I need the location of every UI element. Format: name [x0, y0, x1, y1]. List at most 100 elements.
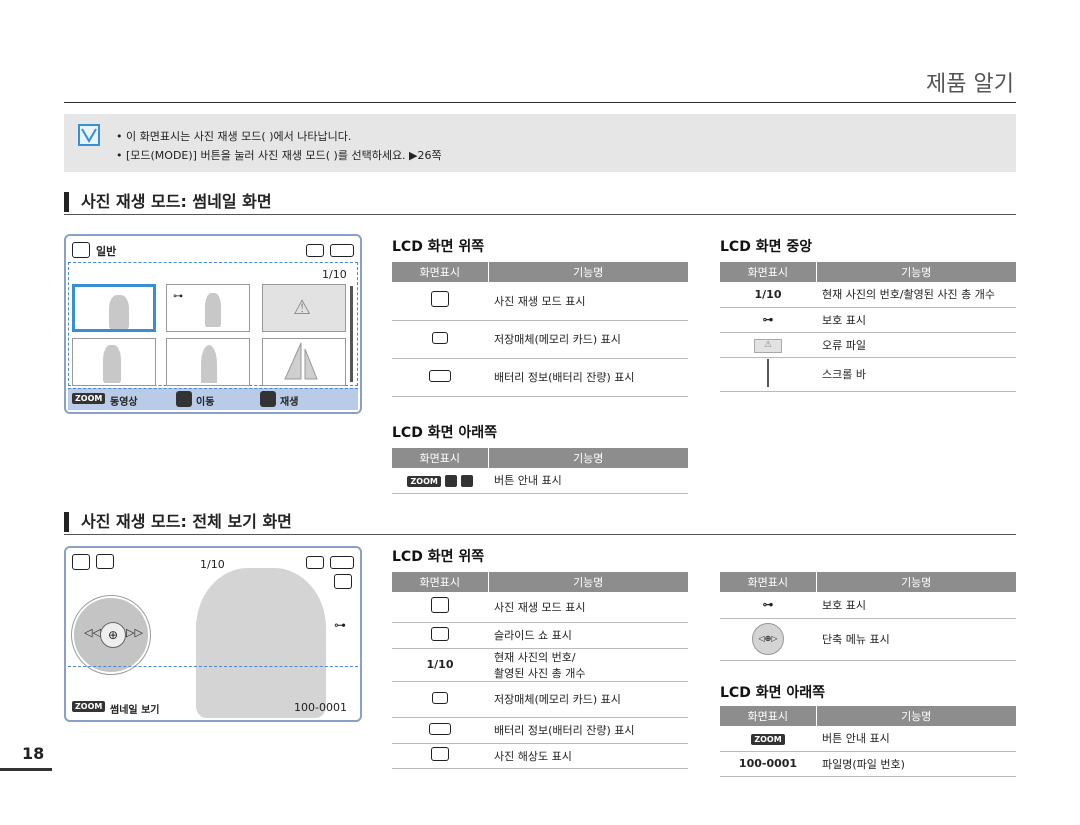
table-cell: 저장매체(메모리 카드) 표시 [488, 320, 688, 359]
file-number: 100-0001 [294, 701, 347, 714]
battery-icon [392, 717, 488, 744]
zoom-badge: ZOOM [72, 393, 106, 404]
table-cell: 현재 사진의 번호/촬영된 사진 총 개수 [488, 648, 688, 682]
dpad-icon [176, 391, 192, 407]
photo-mode-icon [392, 282, 488, 321]
thumbnail-3[interactable]: ⚠ [262, 284, 346, 332]
photo-mode-icon [392, 592, 488, 623]
counter-cell: 1/10 [392, 648, 488, 682]
col-header-display: 화면표시 [720, 262, 817, 282]
table-cell: 저장매체(메모리 카드) 표시 [488, 681, 688, 718]
battery-icon [392, 358, 488, 397]
lcd-divider [68, 666, 358, 698]
slideshow-icon [96, 554, 114, 573]
table-middle: 화면표시 기능명 1/10 현재 사진의 번호/촬영된 사진 총 개수 ⊶ 보호 표시… [720, 262, 1016, 392]
lcd-bottom-bar: ZOOM 썸네일 보기 100-0001 [68, 698, 358, 718]
forward-icon: ▷▷ [126, 626, 143, 639]
table-cell: 현재 사진의 번호/촬영된 사진 총 개수 [816, 282, 1016, 308]
table-bottom-1: 화면표시 기능명 ZOOM 버튼 안내 표시 [392, 448, 688, 494]
table-title-top: LCD 화면 위쪽 [392, 239, 485, 255]
table-cell: 스크롤 바 [816, 357, 1016, 392]
file-number-cell: 100-0001 [720, 751, 816, 777]
lcd-counter: 1/10 [200, 558, 225, 571]
warning-icon: ⚠ [293, 295, 311, 319]
col-header-display: 화면표시 [720, 572, 817, 592]
photo-mode-icon [72, 242, 90, 262]
thumbnail-4[interactable] [72, 338, 156, 386]
thumbnail-1[interactable] [72, 284, 156, 332]
page-number-bar [0, 768, 52, 771]
battery-icon [330, 554, 354, 573]
section-divider [64, 214, 1016, 215]
key-icon: ⊶ [173, 291, 183, 302]
note-line-2: • [모드(MODE)] 버튼을 눌러 사진 재생 모드( )를 선택하세요. … [116, 149, 442, 162]
table-cell: 배터리 정보(배터리 잔량) 표시 [488, 717, 688, 744]
zoom-badge-cell: ZOOM [720, 726, 816, 752]
card-icon [306, 242, 324, 261]
shortcut-menu-dial[interactable]: ◁◁ ⊕ ▷▷ [72, 596, 150, 674]
col-header-display: 화면표시 [392, 262, 489, 282]
table-title-bottom: LCD 화면 아래쪽 [392, 425, 497, 441]
col-header-display: 화면표시 [720, 706, 817, 726]
thumbnail-6[interactable] [262, 338, 346, 386]
lcd-counter: 1/10 [322, 268, 347, 281]
table-cell: 보호 표시 [816, 307, 1016, 333]
key-icon: ⊶ [334, 618, 346, 632]
table-cell-line: 촬영된 사진 총 개수 [494, 666, 586, 680]
table-cell-line: 현재 사진의 번호/ [494, 650, 576, 664]
thumbnail-5[interactable] [166, 338, 250, 386]
battery-icon [330, 242, 354, 261]
resolution-icon [392, 743, 488, 769]
lcd-bottom-label-3: 재생 [280, 397, 299, 408]
shortcut-menu-icon: ◁⊕▷ [720, 618, 816, 661]
photo-mode-icon [72, 554, 90, 574]
lcd-bottom-label-2: 이동 [196, 397, 215, 408]
zoom-badge: ZOOM [72, 701, 106, 712]
col-header-function: 기능명 [816, 262, 1016, 282]
table-cell: 버튼 안내 표시 [488, 468, 688, 494]
lcd-mode-label: 일반 [96, 245, 117, 258]
thumbnail-2[interactable]: ⊶ [166, 284, 250, 332]
lcd-bottom-label: 썸네일 보기 [110, 705, 160, 716]
table-cell: 오류 파일 [816, 332, 1016, 358]
ok-button-icon [260, 391, 276, 407]
col-header-function: 기능명 [488, 572, 688, 592]
table-title-top: LCD 화면 위쪽 [392, 549, 485, 565]
col-header-function: 기능명 [816, 572, 1016, 592]
lcd-bottom-label-1: 동영상 [110, 397, 138, 408]
card-icon [306, 554, 324, 573]
table-cell: 버튼 안내 표시 [816, 726, 1016, 752]
table-cell: 사진 재생 모드 표시 [488, 282, 688, 321]
table-top-1: 화면표시 기능명 사진 재생 모드 표시 저장매체(메모리 카드) 표시 배터리 … [392, 262, 688, 397]
lcd-bottom-bar: ZOOM 동영상 이동 재생 [68, 388, 358, 410]
scrollbar-icon [720, 357, 816, 392]
table-cell: 배터리 정보(배터리 잔량) 표시 [488, 358, 688, 397]
checkmark-icon [78, 124, 100, 146]
card-icon [392, 681, 488, 718]
col-header-function: 기능명 [816, 706, 1016, 726]
header-divider [64, 102, 1016, 103]
table-cell: 사진 재생 모드 표시 [488, 592, 688, 623]
key-icon: ⊶ [720, 307, 816, 333]
rewind-icon: ◁◁ [84, 626, 101, 639]
scrollbar[interactable] [350, 286, 353, 382]
col-header-function: 기능명 [488, 448, 688, 468]
section-divider [64, 534, 1016, 535]
table-top-2: 화면표시 기능명 사진 재생 모드 표시 슬라이드 쇼 표시 1/10 현재 사진의… [392, 572, 688, 769]
slideshow-icon [392, 622, 488, 649]
col-header-display: 화면표시 [392, 448, 489, 468]
button-guide-icons: ZOOM [392, 468, 488, 494]
table-cell: 파일명(파일 번호) [816, 751, 1016, 777]
note-line-1: • 이 화면표시는 사진 재생 모드( )에서 나타납니다. [116, 130, 352, 143]
magnify-icon: ⊕ [100, 622, 126, 648]
dpad-icon [444, 474, 457, 487]
table-title-bottom: LCD 화면 아래쪽 [720, 685, 825, 701]
resolution-icon [334, 574, 352, 593]
col-header-display: 화면표시 [392, 572, 489, 592]
page-title: 제품 알기 [926, 72, 1014, 97]
lcd-full-view-screen: 1/10 ⊶ ◁◁ ⊕ ▷▷ ZOOM 썸네일 보기 100-0001 [64, 546, 362, 722]
zoom-badge: ZOOM [751, 733, 785, 745]
warning-icon: ⚠ [720, 332, 816, 358]
table-cell: 단축 메뉴 표시 [816, 618, 1016, 661]
table-right-2: 화면표시 기능명 ⊶ 보호 표시 ◁⊕▷ 단축 메뉴 표시 [720, 572, 1016, 661]
